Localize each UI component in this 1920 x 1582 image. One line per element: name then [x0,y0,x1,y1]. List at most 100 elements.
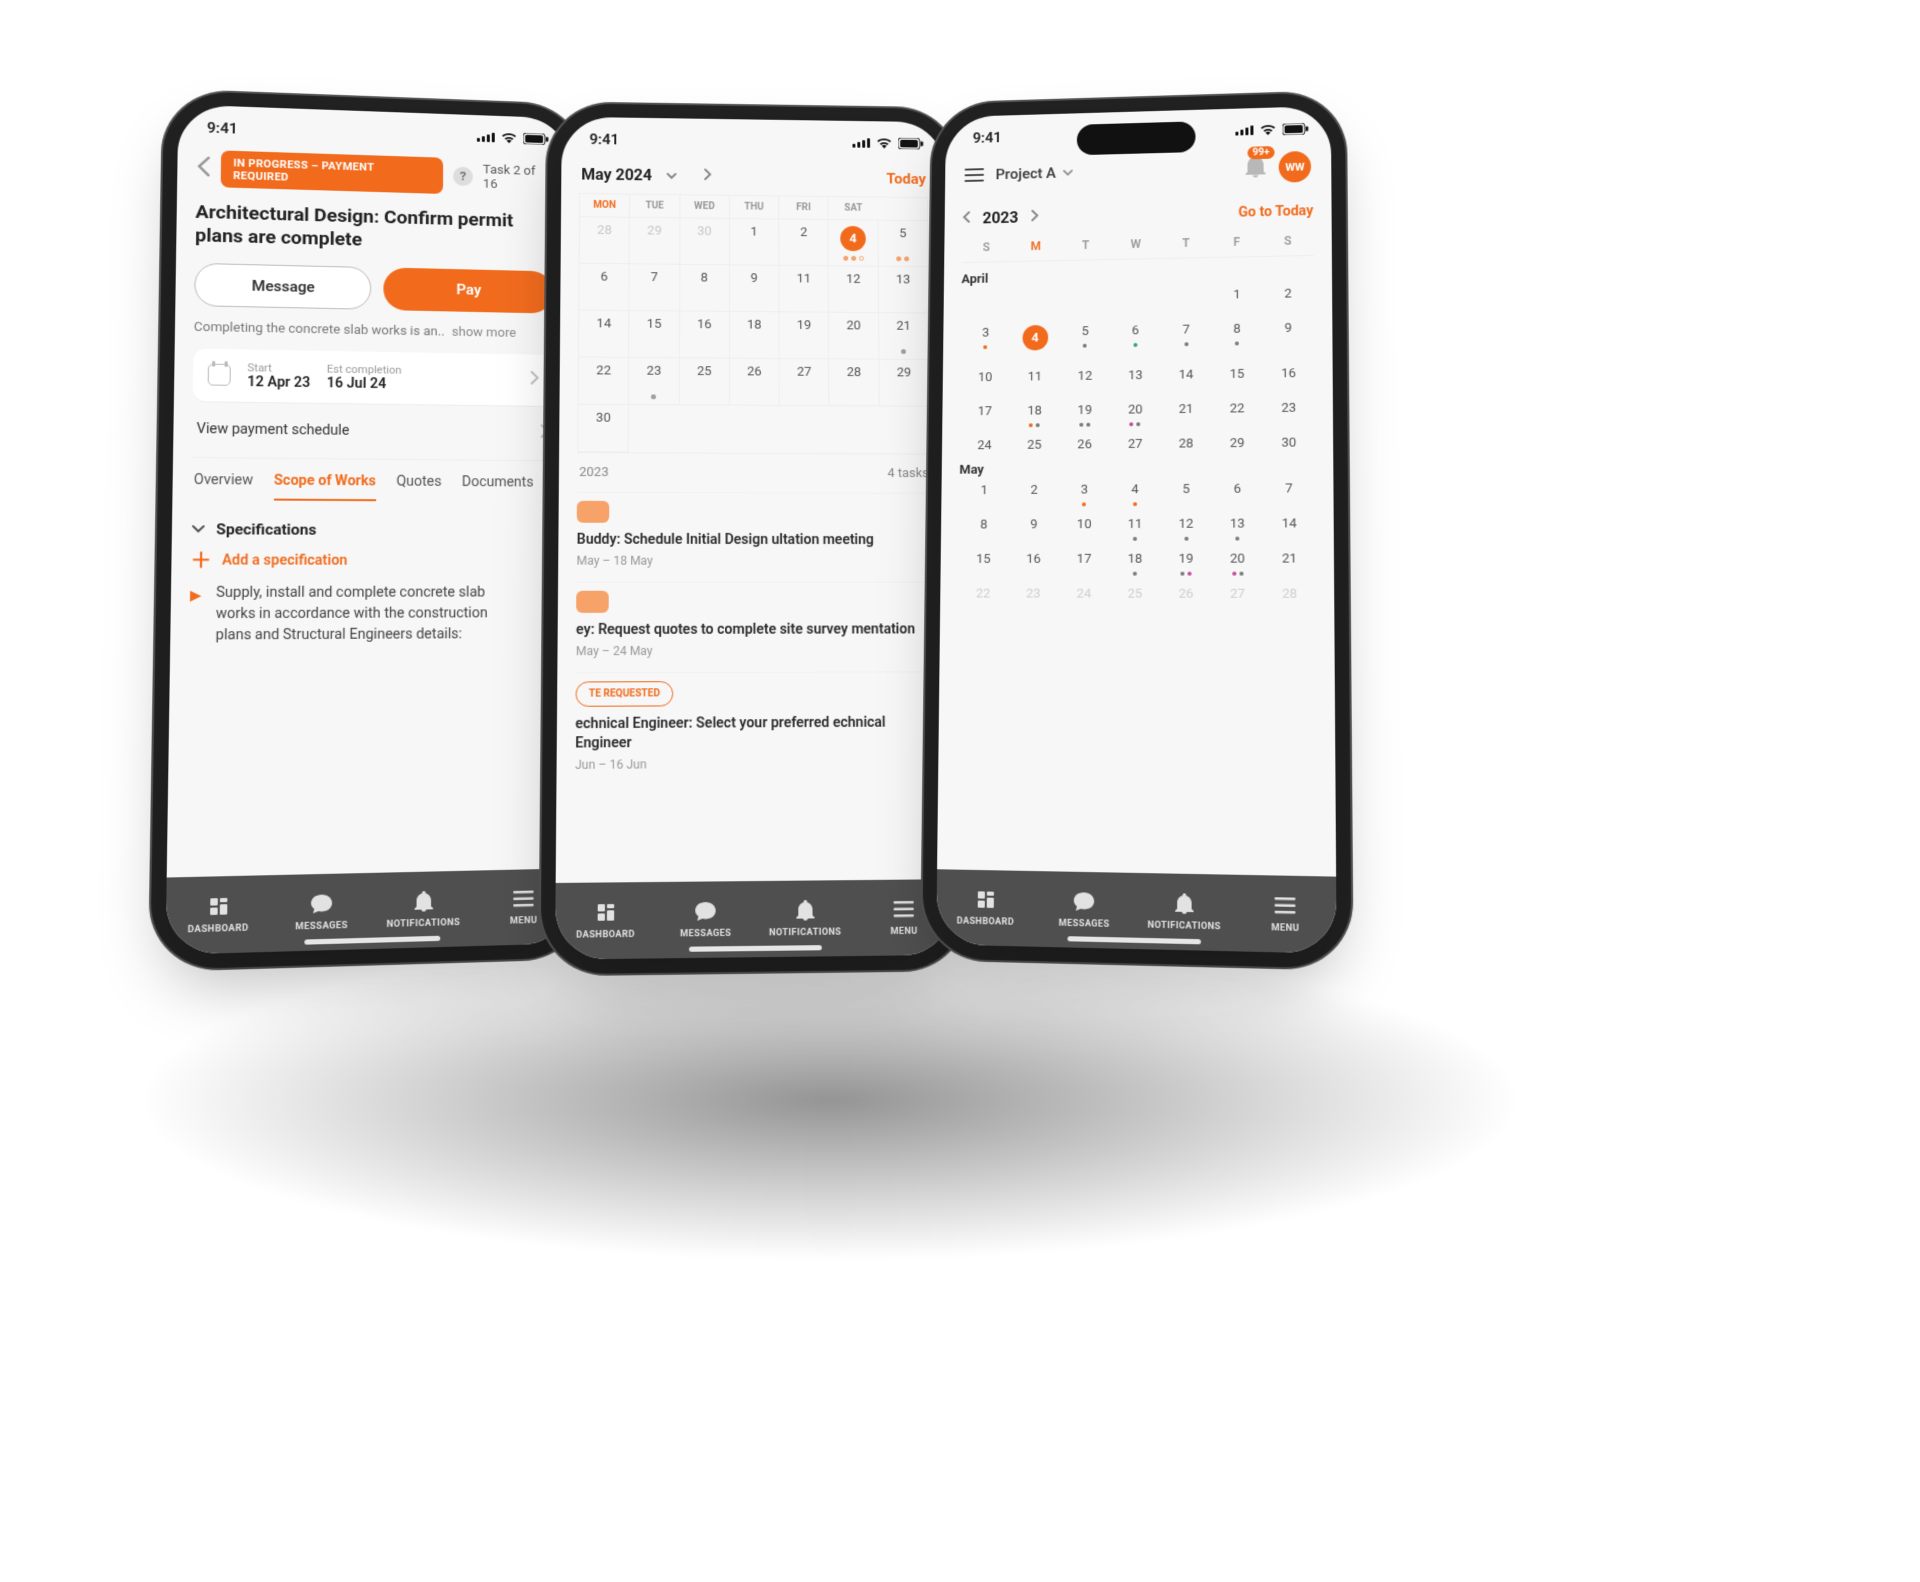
month-label[interactable]: May 2024 [581,165,652,184]
day-cell[interactable]: 23 [629,358,679,405]
tab-documents[interactable]: Documents [462,474,534,502]
chevron-down-icon[interactable] [666,166,678,184]
task-item[interactable]: ey: Request quotes to complete site surv… [576,582,933,673]
day-cell[interactable]: 16 [1263,366,1315,381]
tab-dashboard[interactable]: DASHBOARD [936,869,1035,946]
day-cell[interactable]: 10 [960,370,1010,385]
day-cell[interactable]: 20 [1110,402,1161,417]
more-vert-icon[interactable]: ⋮ [534,582,554,644]
day-cell[interactable]: 19 [1060,403,1110,418]
day-cell[interactable]: 11 [1110,517,1161,532]
day-cell[interactable]: 25 [680,358,730,405]
day-cell[interactable]: 28 [580,217,630,264]
day-cell[interactable]: 16 [1008,552,1058,567]
day-cell[interactable]: 26 [1059,437,1109,452]
month-grid[interactable]: 1234567891011121314151617181920212223242… [958,481,1316,602]
specifications-heading[interactable]: Specifications [191,520,554,539]
day-cell[interactable]: 29 [1212,436,1263,451]
day-cell[interactable]: 7 [1263,481,1315,496]
tab-menu[interactable]: MENU [1234,875,1336,954]
day-cell[interactable]: 30 [1263,435,1315,450]
pay-button[interactable]: Pay [383,267,553,313]
day-cell[interactable]: 25 [1009,438,1059,453]
tab-dashboard[interactable]: DASHBOARD [166,875,271,955]
day-cell[interactable]: 18 [730,312,780,359]
day-cell[interactable]: 21 [879,313,929,360]
today-button[interactable]: Today [886,170,926,188]
day-cell[interactable]: 4 [1110,482,1161,497]
day-cell[interactable]: 27 [1110,437,1161,452]
day-cell[interactable]: 22 [958,587,1008,602]
day-cell[interactable]: 4 [829,220,879,267]
goto-today-button[interactable]: Go to Today [1238,203,1313,220]
day-cell[interactable]: 13 [878,267,928,314]
next-year-button[interactable] [1030,208,1039,226]
day-cell[interactable]: 6 [1110,323,1161,349]
day-cell[interactable]: 14 [579,311,630,358]
day-cell[interactable]: 1 [959,483,1009,498]
day-cell[interactable]: 29 [630,218,680,265]
day-cell[interactable]: 9 [1009,517,1059,532]
day-cell[interactable]: 23 [1263,401,1315,416]
message-button[interactable]: Message [194,262,371,309]
day-cell[interactable]: 12 [829,266,879,313]
day-cell[interactable]: 11 [1010,369,1060,384]
day-cell[interactable]: 22 [579,358,630,405]
tab-dashboard[interactable]: DASHBOARD [555,882,656,960]
payment-schedule-row[interactable]: View payment schedule [192,401,554,461]
day-cell[interactable]: 5 [1161,482,1212,497]
day-cell[interactable]: 21 [1161,402,1212,417]
day-cell[interactable]: 8 [680,265,730,312]
day-cell[interactable]: 27 [1212,587,1264,602]
day-cell[interactable]: 29 [879,360,929,407]
prev-year-button[interactable] [962,209,971,227]
day-cell[interactable]: 8 [959,518,1009,533]
day-cell[interactable]: 3 [961,326,1011,352]
day-cell[interactable]: 28 [1161,436,1212,451]
day-cell[interactable]: 18 [1010,404,1060,419]
help-icon[interactable]: ? [453,167,473,187]
back-icon[interactable] [196,155,211,181]
day-cell[interactable]: 25 [1109,587,1160,602]
task-item[interactable]: TE REQUESTEDechnical Engineer: Select yo… [575,672,934,786]
show-more-link[interactable]: show more [452,325,516,341]
day-cell[interactable]: 24 [960,438,1010,453]
day-cell[interactable]: 22 [1212,401,1263,416]
day-cell[interactable]: 7 [630,264,680,311]
day-cell[interactable]: 9 [730,265,780,312]
tab-quotes[interactable]: Quotes [396,473,441,501]
day-cell[interactable]: 1 [730,219,780,266]
tab-overview[interactable]: Overview [193,472,253,500]
day-cell[interactable]: 13 [1110,368,1161,383]
day-cell[interactable]: 10 [1059,517,1110,532]
day-cell[interactable]: 14 [1263,516,1315,531]
day-cell[interactable]: 24 [1059,587,1110,602]
day-cell[interactable]: 27 [780,359,830,406]
day-cell[interactable]: 3 [1059,483,1110,498]
day-cell[interactable]: 12 [1160,517,1211,532]
day-cell[interactable]: 8 [1211,321,1262,347]
day-cell[interactable]: 5 [878,221,928,268]
avatar[interactable]: WW [1279,151,1311,183]
chevron-right-icon[interactable] [703,167,712,185]
day-cell[interactable]: 15 [629,311,679,358]
day-cell[interactable]: 15 [1212,367,1263,382]
spec-item[interactable]: ▶ Supply, install and complete concrete … [189,582,554,646]
notifications-button[interactable]: 99+ [1244,154,1266,182]
day-cell[interactable]: 26 [1160,587,1211,602]
day-cell[interactable]: 30 [680,218,730,265]
tab-scope[interactable]: Scope of Works [274,472,376,501]
project-switcher[interactable]: Project A [996,164,1074,183]
month-grid[interactable]: 2829301245678911121314151618192021222325… [577,217,930,454]
day-cell[interactable]: 2 [779,219,829,266]
day-cell[interactable]: 13 [1212,517,1264,532]
add-specification-button[interactable]: ＋ Add a specification [190,552,554,568]
day-cell[interactable]: 20 [1212,552,1264,567]
day-cell[interactable]: 26 [730,359,780,406]
day-cell[interactable]: 14 [1161,367,1212,382]
day-cell[interactable]: 15 [958,552,1008,567]
day-cell[interactable]: 30 [578,405,629,453]
day-cell[interactable]: 19 [1160,552,1211,567]
day-cell[interactable]: 11 [779,266,829,313]
day-cell[interactable]: 7 [1161,322,1212,348]
